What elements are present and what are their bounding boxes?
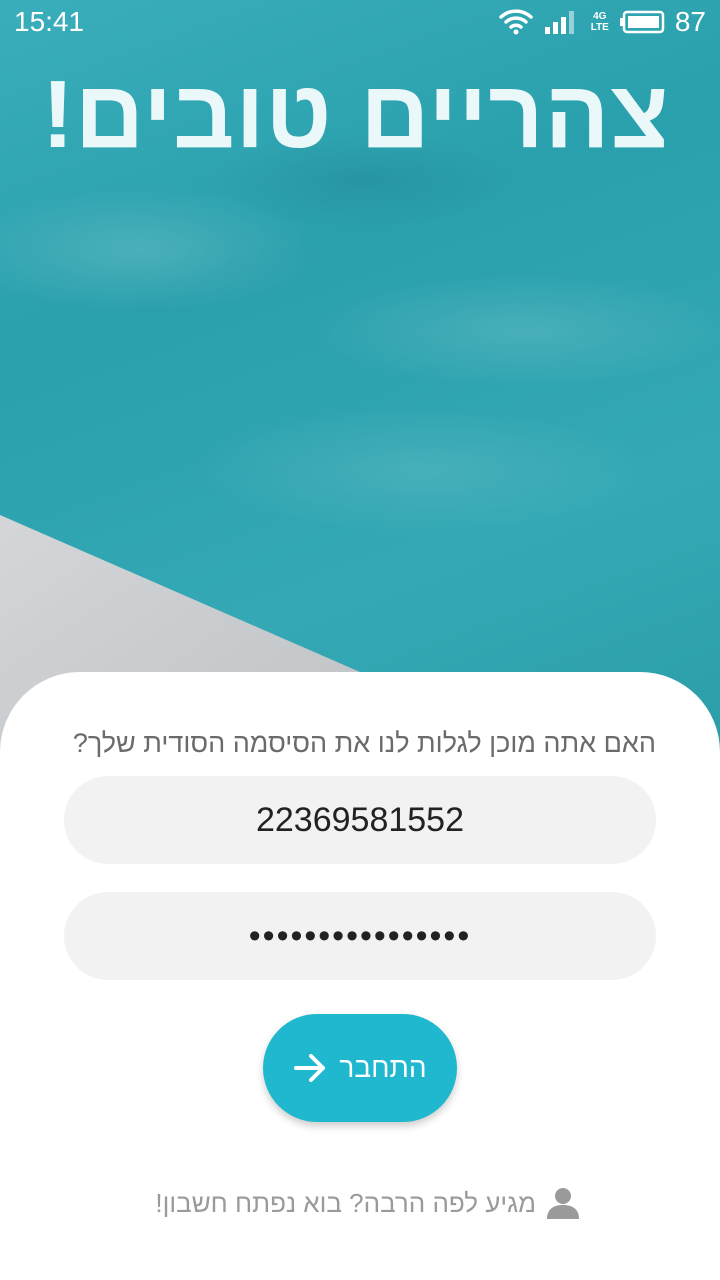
signal-icon [544, 11, 574, 34]
password-question: האם אתה מוכן לגלות לנו את הסיסמה הסודית … [72, 728, 656, 758]
signup-text: מגיע לפה הרבה? בוא נפתח חשבון! [155, 1187, 536, 1218]
status-icons: 4G LTE 87 [498, 6, 706, 38]
status-bar: 15:41 4G LTE 87 [0, 0, 720, 44]
battery-icon [619, 10, 665, 34]
wifi-icon [498, 9, 533, 35]
network-label: 4G [593, 11, 607, 22]
battery-level: 87 [674, 6, 706, 37]
network-sub-label: LTE [590, 22, 609, 33]
status-time: 15:41 [14, 6, 85, 37]
greeting-title: צהריים טובים! [41, 61, 670, 168]
arrow-right-icon [294, 1054, 326, 1082]
username-field[interactable] [64, 776, 656, 864]
login-button-label: התחבר [339, 1052, 427, 1083]
password-field[interactable] [64, 892, 656, 980]
signup-link[interactable]: מגיע לפה הרבה? בוא נפתח חשבון! [120, 1186, 580, 1220]
network-type: 4G LTE [591, 11, 609, 33]
login-button[interactable]: התחבר [263, 1014, 457, 1122]
user-icon [547, 1188, 579, 1219]
